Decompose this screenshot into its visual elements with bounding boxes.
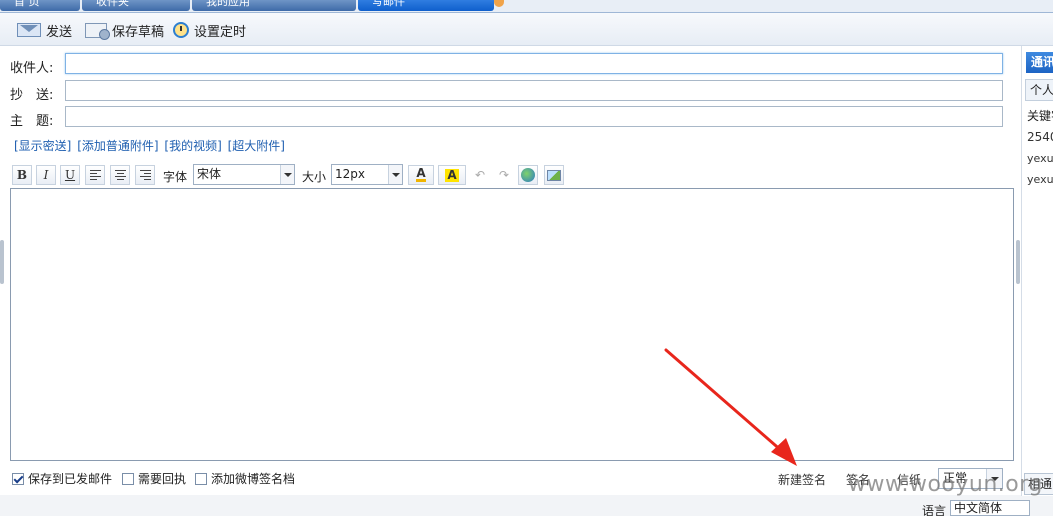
receipt-label: 需要回执 [138, 472, 187, 486]
to-input[interactable] [65, 53, 1003, 74]
save-sent-option[interactable]: 保存到已发邮件 [12, 470, 112, 487]
show-bcc-link[interactable]: [显示密送] [14, 139, 71, 153]
contacts-panel: 通讯 个人 关键字 2540 yexu yexu [1021, 46, 1053, 496]
size-select[interactable]: 12px [331, 164, 403, 185]
align-left-icon [89, 170, 101, 180]
receipt-checkbox[interactable] [122, 472, 134, 485]
language-value: 中文简体 [954, 501, 1003, 515]
right-collapse-handle[interactable] [1016, 240, 1020, 284]
tab-my-apps[interactable]: 我的应用 [192, 0, 356, 11]
align-right-icon [139, 170, 151, 180]
save-sent-checkbox[interactable] [12, 472, 24, 485]
highlight-icon: A [445, 167, 459, 182]
to-label: 收件人: [10, 61, 54, 76]
bold-button[interactable]: B [12, 165, 32, 185]
new-signature-link[interactable]: 新建签名 [778, 471, 826, 488]
mail-send-icon [17, 23, 41, 37]
align-left-button[interactable] [85, 165, 105, 185]
draft-icon [85, 22, 110, 40]
subject-label: 主 题: [10, 114, 54, 129]
tab-strip: 首 页 收件夹 我的应用 写邮件 [0, 0, 1053, 13]
insert-link-button[interactable] [518, 165, 538, 185]
tab-compose[interactable]: 写邮件 [358, 0, 494, 11]
pin-icon[interactable] [494, 0, 504, 7]
subject-input[interactable] [65, 106, 1003, 127]
large-attachment-link[interactable]: [超大附件] [228, 139, 285, 153]
size-label: 大小 [302, 170, 327, 184]
size-value: 12px [335, 167, 365, 181]
keyword-label: 关键字 [1027, 109, 1053, 123]
contact-item[interactable]: yexu [1027, 173, 1053, 186]
font-select[interactable]: 宋体 [193, 164, 295, 185]
tab-home[interactable]: 首 页 [0, 0, 80, 11]
weibo-signature-option[interactable]: 添加微博签名档 [195, 470, 295, 487]
add-attachment-link[interactable]: [添加普通附件] [77, 139, 158, 153]
tab-my-apps-label: 我的应用 [206, 0, 250, 8]
chevron-down-icon [388, 165, 402, 184]
undo-icon: ↶ [474, 168, 486, 182]
underline-button[interactable]: U [60, 165, 80, 185]
image-icon [547, 169, 561, 181]
globe-link-icon [521, 168, 535, 182]
weibo-signature-checkbox[interactable] [195, 472, 207, 485]
redo-button[interactable]: ↷ [494, 165, 514, 185]
italic-button[interactable]: I [36, 165, 56, 185]
font-value: 宋体 [197, 167, 222, 181]
align-center-icon [114, 170, 126, 180]
save-sent-label: 保存到已发邮件 [28, 472, 113, 486]
font-label: 字体 [163, 170, 188, 184]
undo-button[interactable]: ↶ [470, 165, 490, 185]
cc-input[interactable] [65, 80, 1003, 101]
italic-glyph: I [43, 168, 49, 182]
save-draft-button[interactable]: 保存草稿 [85, 20, 164, 40]
align-right-button[interactable] [135, 165, 155, 185]
personal-tab[interactable]: 个人 [1025, 79, 1053, 101]
bold-glyph: B [16, 168, 28, 182]
underline-glyph: U [64, 168, 76, 182]
send-button[interactable]: 发送 [17, 20, 72, 40]
left-collapse-handle[interactable] [0, 240, 4, 284]
font-color-button[interactable]: A [408, 165, 434, 185]
tab-inbox-label: 收件夹 [96, 0, 129, 8]
compose-toolbar: 发送 保存草稿 设置定时 [0, 13, 1053, 46]
redo-icon: ↷ [498, 168, 510, 182]
schedule-label: 设置定时 [194, 24, 247, 40]
font-color-icon: A [416, 166, 426, 182]
my-video-link[interactable]: [我的视频] [164, 139, 221, 153]
send-label: 发送 [46, 24, 73, 40]
language-label: 语言 [922, 504, 947, 516]
watermark: www.wooyun.org [848, 472, 1043, 497]
cc-label: 抄 送: [10, 88, 54, 103]
language-select[interactable]: 中文简体 [950, 500, 1030, 516]
save-draft-label: 保存草稿 [112, 24, 165, 40]
tab-compose-label: 写邮件 [372, 0, 405, 8]
chevron-down-icon [280, 165, 294, 184]
attachment-links: [显示密送] [添加普通附件] [我的视频] [超大附件] [14, 137, 287, 154]
contact-item[interactable]: yexu [1027, 152, 1053, 165]
weibo-signature-label: 添加微博签名档 [211, 472, 296, 486]
align-center-button[interactable] [110, 165, 130, 185]
address-book-button[interactable]: 通讯 [1026, 52, 1053, 73]
receipt-option[interactable]: 需要回执 [122, 470, 186, 487]
highlight-button[interactable]: A [438, 165, 466, 185]
tab-home-label: 首 页 [14, 0, 40, 8]
tab-inbox[interactable]: 收件夹 [82, 0, 190, 11]
message-editor[interactable] [10, 188, 1014, 461]
schedule-button[interactable]: 设置定时 [173, 20, 246, 40]
clock-icon [173, 22, 189, 38]
contact-item[interactable]: 2540 [1027, 130, 1053, 144]
bottom-bar [0, 495, 1053, 516]
insert-image-button[interactable] [544, 165, 564, 185]
